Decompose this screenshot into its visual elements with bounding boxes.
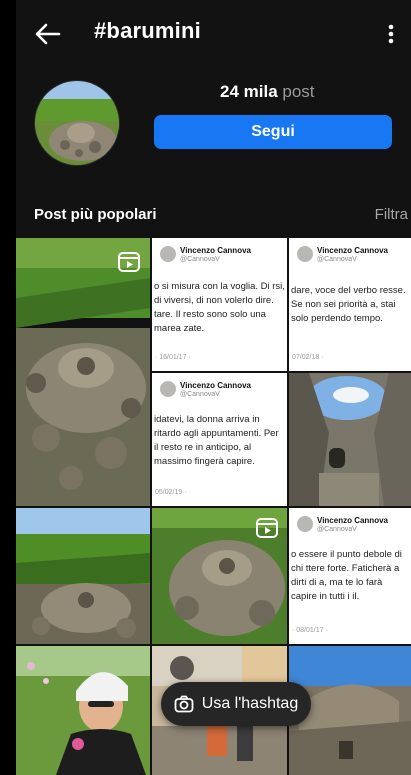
top-posts-title: Post più popolari bbox=[34, 206, 157, 223]
nuraghe-aerial-image bbox=[16, 238, 150, 506]
nuraghe-interior-image bbox=[289, 373, 411, 506]
avatar bbox=[160, 381, 176, 397]
avatar bbox=[160, 246, 176, 262]
tweet-author-name: Vincenzo Cannova bbox=[317, 516, 388, 525]
tweet-author: Vincenzo Cannova @CannovaV bbox=[160, 381, 251, 398]
tweet-tile[interactable]: Vincenzo Cannova @CannovaV dare, voce de… bbox=[289, 238, 411, 371]
avatar bbox=[297, 246, 313, 262]
post-count-label: post bbox=[282, 82, 315, 101]
more-options-icon[interactable] bbox=[381, 20, 401, 48]
post-tile[interactable] bbox=[289, 373, 411, 506]
tweet-tile[interactable]: Vincenzo Cannova @CannovaV o si misura c… bbox=[152, 238, 287, 371]
tweet-date: · 16/01/17 · bbox=[155, 354, 191, 361]
tweet-author: Vincenzo Cannova @CannovaV bbox=[297, 516, 388, 533]
reel-icon bbox=[256, 518, 278, 538]
use-hashtag-label: Usa l'hashtag bbox=[201, 695, 299, 712]
post-tile[interactable] bbox=[16, 508, 150, 644]
tweet-author-handle: @CannovaV bbox=[180, 256, 220, 263]
reel-icon bbox=[118, 252, 140, 272]
post-count-value: 24 mila bbox=[220, 82, 278, 101]
tweet-author: Vincenzo Cannova @CannovaV bbox=[297, 246, 388, 263]
post-count: 24 mila post bbox=[220, 82, 315, 102]
tweet-date: 07/02/18 · bbox=[292, 354, 324, 361]
nuraghe-landscape-image bbox=[16, 508, 150, 644]
woman-selfie-image bbox=[16, 646, 150, 775]
tweet-text: idatevi, la donna arriva in ritardo agli… bbox=[154, 414, 279, 467]
post-tile[interactable] bbox=[16, 646, 150, 775]
post-tile[interactable] bbox=[16, 238, 150, 506]
tweet-author-name: Vincenzo Cannova bbox=[317, 246, 388, 255]
back-arrow-icon[interactable] bbox=[34, 20, 62, 48]
top-bar: #barumini bbox=[16, 0, 411, 64]
tweet-date: 05/02/19 · bbox=[155, 489, 187, 496]
tweet-date: · 08/01/17 · bbox=[292, 627, 328, 634]
tweet-author-handle: @CannovaV bbox=[317, 526, 357, 533]
tweet-author-name: Vincenzo Cannova bbox=[180, 381, 251, 390]
follow-button[interactable]: Segui bbox=[154, 115, 392, 149]
tweet-text: o essere il punto debole di chi ttere fo… bbox=[291, 549, 402, 602]
avatar bbox=[297, 516, 313, 532]
use-hashtag-button[interactable]: Usa l'hashtag bbox=[161, 682, 311, 726]
tweet-author: Vincenzo Cannova @CannovaV bbox=[160, 246, 251, 263]
tweet-tile[interactable]: Vincenzo Cannova @CannovaV idatevi, la d… bbox=[152, 373, 287, 506]
tweet-text: dare, voce del verbo resse. Se non sei p… bbox=[291, 285, 406, 324]
tweet-author-name: Vincenzo Cannova bbox=[180, 246, 251, 255]
post-tile[interactable] bbox=[152, 508, 287, 644]
filter-button[interactable]: Filtra bbox=[375, 206, 408, 223]
tweet-author-handle: @CannovaV bbox=[180, 391, 220, 398]
camera-icon bbox=[174, 695, 194, 713]
page-title: #barumini bbox=[94, 18, 201, 43]
tweet-tile[interactable]: Vincenzo Cannova @CannovaV o essere il p… bbox=[289, 508, 411, 644]
hashtag-avatar bbox=[34, 80, 120, 166]
hashtag-page: #barumini 24 mila post Segui Post più po… bbox=[16, 0, 411, 775]
tweet-text: o si misura con la voglia. Di rsi, di vi… bbox=[154, 281, 285, 334]
top-posts-header: Post più popolari Filtra bbox=[16, 200, 411, 228]
tweet-author-handle: @CannovaV bbox=[317, 256, 357, 263]
